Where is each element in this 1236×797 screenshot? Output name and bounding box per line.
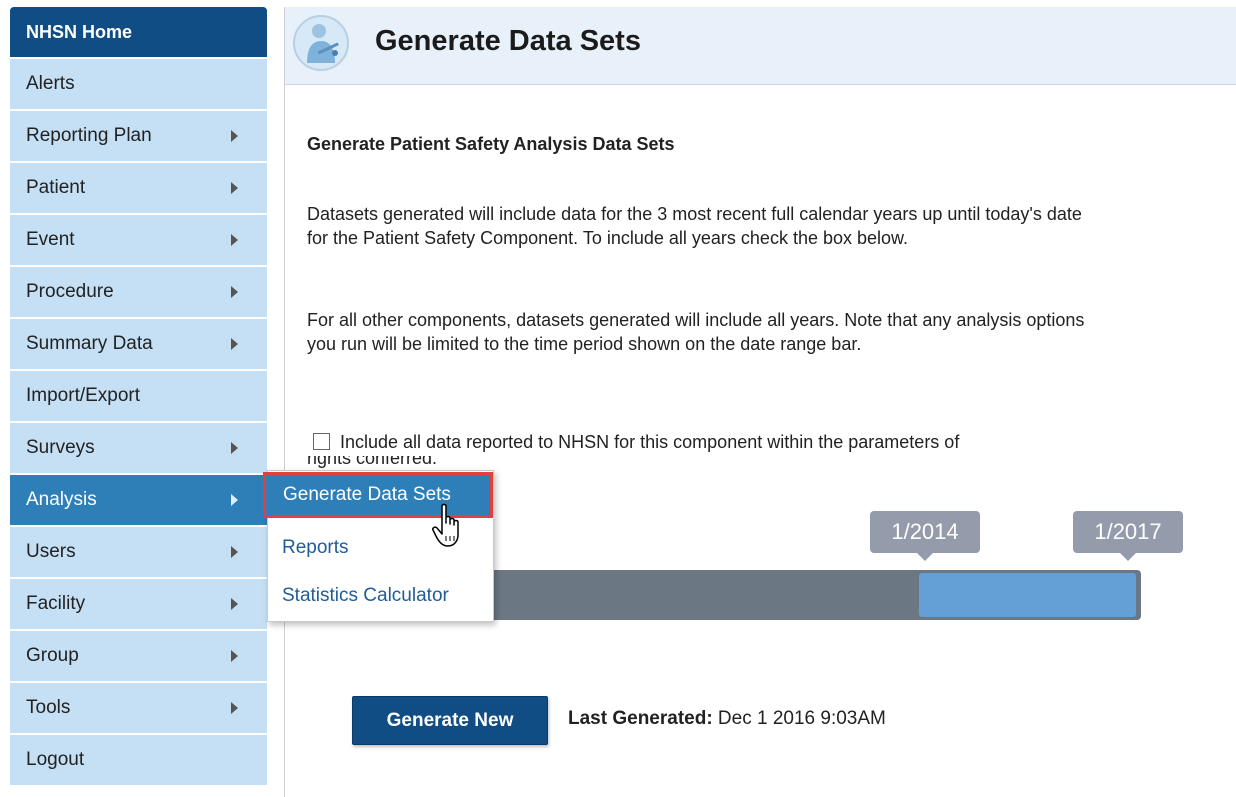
sidebar-item-group[interactable]: Group: [10, 631, 267, 681]
chevron-right-icon: [231, 546, 238, 558]
flyout-item-label: Generate Data Sets: [283, 484, 451, 505]
sidebar-item-label: Summary Data: [26, 333, 153, 354]
description-paragraph-1: Datasets generated will include data for…: [307, 204, 1082, 248]
sidebar-item-tools[interactable]: Tools: [10, 683, 267, 733]
sidebar-item-alerts[interactable]: Alerts: [10, 59, 267, 109]
include-all-data-label-cont: rights conferred.: [307, 456, 438, 468]
include-all-data-label-cont-row: rights conferred.: [307, 456, 1127, 470]
section-title: Generate Patient Safety Analysis Data Se…: [307, 134, 675, 154]
chevron-right-icon: [231, 702, 238, 714]
chevron-right-icon: [231, 286, 238, 298]
last-generated-value: Dec 1 2016 9:03AM: [712, 708, 886, 729]
page-title: Generate Data Sets: [375, 25, 641, 57]
chevron-right-icon: [231, 130, 238, 142]
last-generated-text: Last Generated: Dec 1 2016 9:03AM: [568, 708, 886, 730]
page-header: Generate Data Sets: [285, 7, 1236, 85]
sidebar-item-analysis[interactable]: Analysis: [10, 475, 267, 525]
description-paragraph-2: For all other components, datasets gener…: [307, 310, 1085, 354]
sidebar-item-summary-data[interactable]: Summary Data: [10, 319, 267, 369]
sidebar-item-label: NHSN Home: [26, 21, 133, 42]
sidebar-item-procedure[interactable]: Procedure: [10, 267, 267, 317]
include-all-data-checkbox[interactable]: [313, 432, 330, 450]
sidebar-item-event[interactable]: Event: [10, 215, 267, 265]
sidebar-item-patient[interactable]: Patient: [10, 163, 267, 213]
sidebar-item-label: Facility: [26, 593, 86, 614]
last-generated-label: Last Generated:: [568, 708, 713, 729]
sidebar-item-label: Surveys: [26, 437, 95, 458]
hand-pointer-icon: [432, 503, 466, 549]
sidebar-item-import-export[interactable]: Import/Export: [10, 371, 267, 421]
sidebar-item-label: Procedure: [26, 281, 114, 302]
chevron-right-icon: [231, 494, 238, 506]
chevron-right-icon: [231, 442, 238, 454]
main-content: Generate Patient Safety Analysis Data Se…: [307, 132, 1127, 468]
lab-technician-icon: [293, 15, 349, 71]
include-all-data-row: Include all data reported to NHSN for th…: [313, 430, 1133, 454]
sidebar: NHSN Home Alerts Reporting Plan Patient …: [10, 7, 267, 787]
content-divider: [284, 7, 285, 797]
sidebar-item-logout[interactable]: Logout: [10, 735, 267, 785]
range-end-tag: 1/2017: [1073, 511, 1183, 561]
chevron-right-icon: [231, 338, 238, 350]
sidebar-item-facility[interactable]: Facility: [10, 579, 267, 629]
chevron-right-icon: [231, 234, 238, 246]
sidebar-item-users[interactable]: Users: [10, 527, 267, 577]
sidebar-item-label: Analysis: [26, 489, 97, 510]
generate-new-button[interactable]: Generate New: [352, 696, 548, 745]
flyout-item-reports[interactable]: Reports: [282, 537, 349, 559]
sidebar-item-label: Event: [26, 229, 75, 250]
sidebar-item-surveys[interactable]: Surveys: [10, 423, 267, 473]
sidebar-item-label: Users: [26, 541, 76, 562]
sidebar-item-label: Patient: [26, 177, 86, 198]
sidebar-item-label: Logout: [26, 749, 85, 770]
sidebar-item-label: Reporting Plan: [26, 125, 152, 146]
chevron-right-icon: [231, 182, 238, 194]
sidebar-item-reporting-plan[interactable]: Reporting Plan: [10, 111, 267, 161]
sidebar-item-label: Group: [26, 645, 79, 666]
sidebar-item-nhsn-home[interactable]: NHSN Home: [10, 7, 267, 57]
flyout-item-statistics-calculator[interactable]: Statistics Calculator: [282, 585, 449, 607]
sidebar-item-label: Alerts: [26, 73, 75, 94]
date-range-selection[interactable]: [919, 573, 1136, 617]
chevron-right-icon: [231, 650, 238, 662]
sidebar-item-label: Tools: [26, 697, 71, 718]
range-start-tag: 1/2014: [870, 511, 980, 561]
chevron-right-icon: [231, 598, 238, 610]
sidebar-item-label: Import/Export: [26, 385, 141, 406]
include-all-data-label: Include all data reported to NHSN for th…: [340, 432, 960, 452]
